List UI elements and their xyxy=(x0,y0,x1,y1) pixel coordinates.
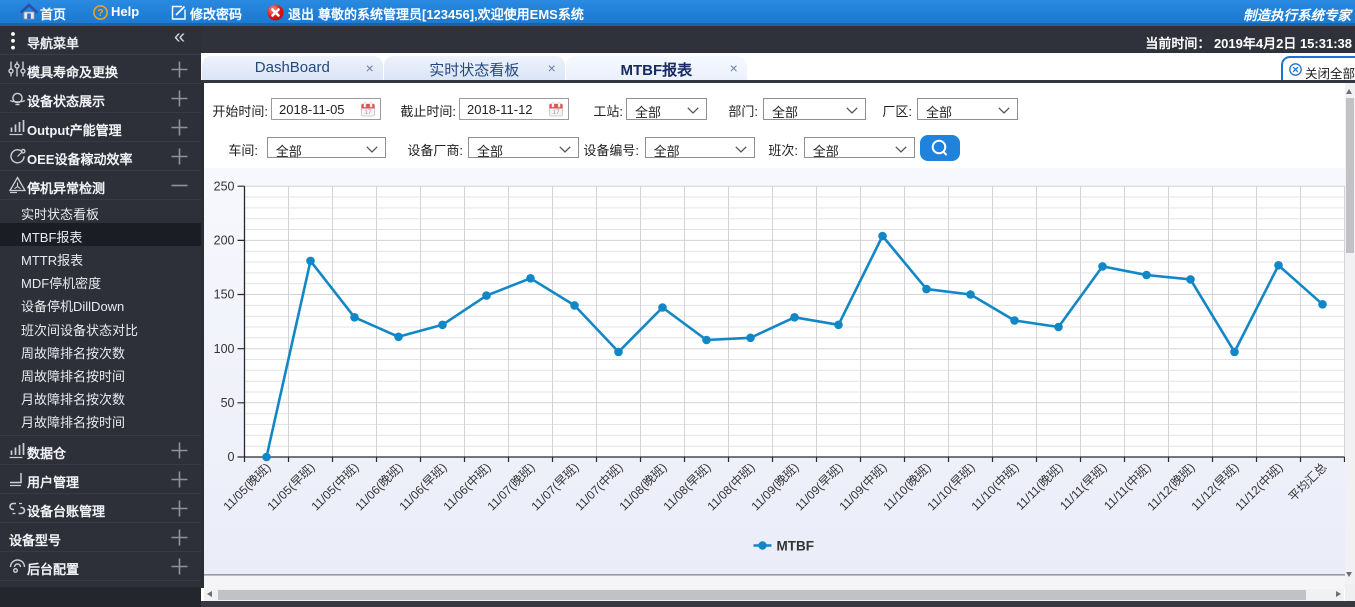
svg-text:11/10(中班): 11/10(中班) xyxy=(967,460,1021,514)
svg-text:50: 50 xyxy=(220,396,234,410)
svg-text:?: ? xyxy=(97,7,103,19)
svg-text:0: 0 xyxy=(227,450,234,464)
svg-text:11/11(早班): 11/11(早班) xyxy=(1057,460,1110,513)
svg-text:11/12(中班): 11/12(中班) xyxy=(1231,460,1285,514)
svg-text:200: 200 xyxy=(213,234,234,248)
svg-text:MTBF: MTBF xyxy=(776,539,814,554)
svg-text:11/11(晚班): 11/11(晚班) xyxy=(1013,460,1066,513)
svg-text:100: 100 xyxy=(213,342,234,356)
svg-text:250: 250 xyxy=(213,179,234,193)
svg-text:150: 150 xyxy=(213,288,234,302)
svg-text:平均汇总: 平均汇总 xyxy=(1285,460,1329,504)
